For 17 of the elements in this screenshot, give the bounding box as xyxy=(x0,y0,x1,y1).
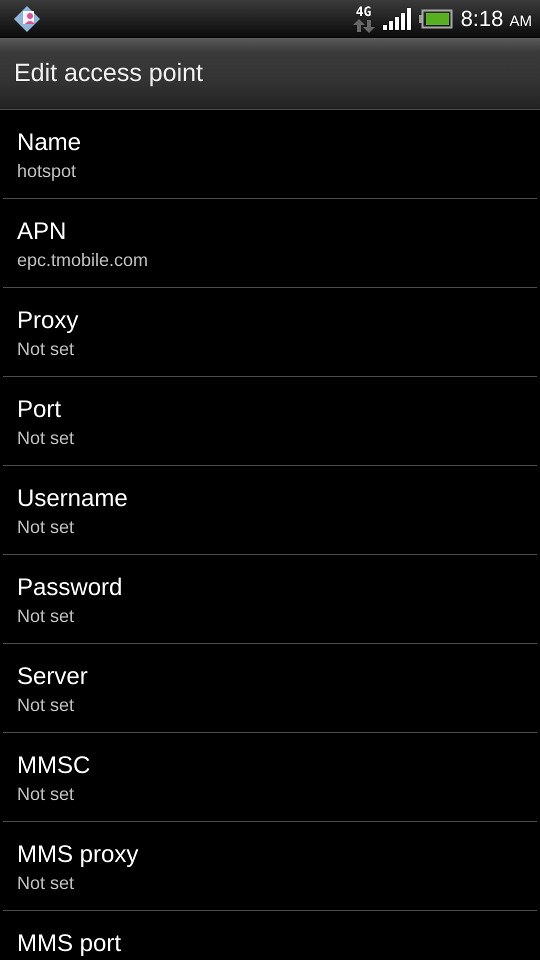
screen-title: Edit access point xyxy=(14,59,203,88)
data-arrows-icon xyxy=(352,18,375,32)
setting-item[interactable]: Name hotspot xyxy=(3,110,537,199)
setting-item[interactable]: MMS port xyxy=(3,911,537,960)
setting-item[interactable]: Proxy Not set xyxy=(3,288,537,377)
setting-item[interactable]: MMSC Not set xyxy=(3,733,537,822)
setting-item[interactable]: APN epc.tmobile.com xyxy=(3,199,537,288)
setting-item[interactable]: MMS proxy Not set xyxy=(3,822,537,911)
app-icon xyxy=(12,4,42,34)
setting-item[interactable]: Port Not set xyxy=(3,377,537,466)
setting-item[interactable]: Password Not set xyxy=(3,555,537,644)
clock: 8:18 AM xyxy=(460,6,532,32)
network-type: 4G xyxy=(356,6,372,18)
setting-item[interactable]: Username Not set xyxy=(3,466,537,555)
battery-icon xyxy=(418,9,453,29)
setting-item[interactable]: Server Not set xyxy=(3,644,537,733)
signal-icon xyxy=(382,8,411,30)
